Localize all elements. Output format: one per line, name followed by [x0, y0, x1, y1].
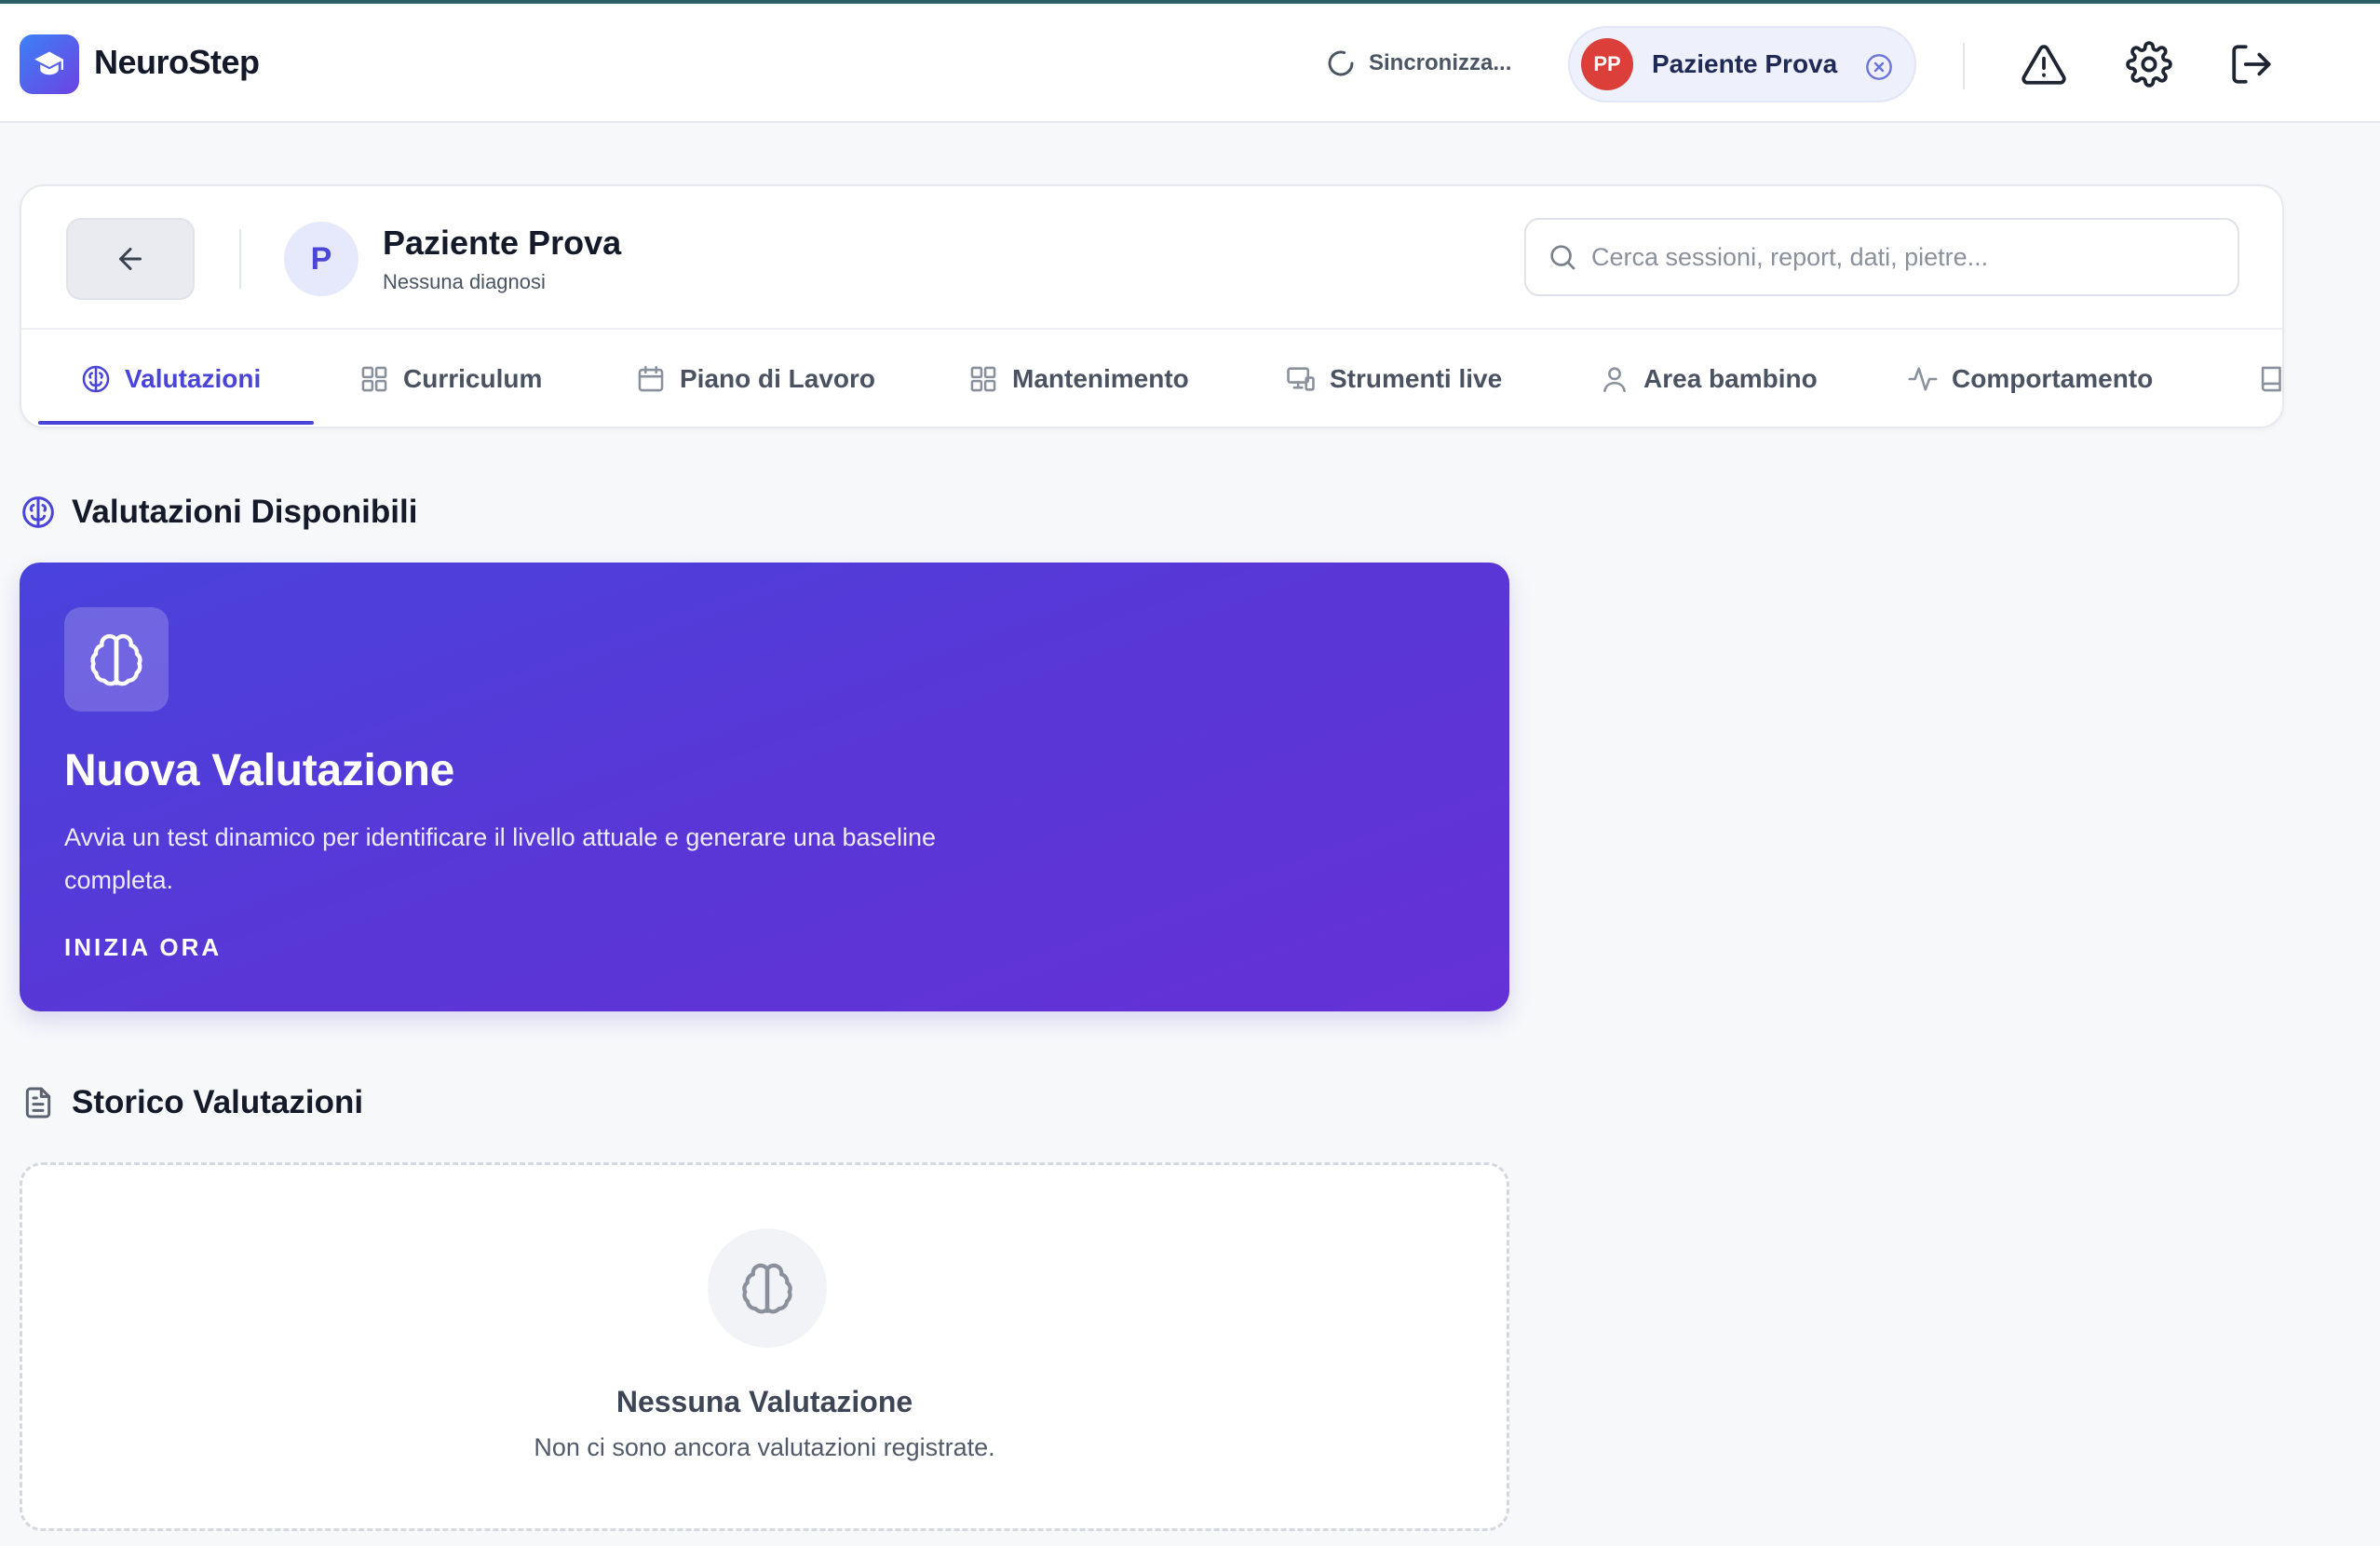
patient-name: Paziente Prova	[383, 224, 622, 262]
grid-icon	[361, 366, 387, 392]
document-icon	[25, 1087, 51, 1119]
tab-valutazioni[interactable]: Valutazioni	[80, 330, 261, 428]
search-icon	[1550, 245, 1575, 270]
active-tab-indicator	[38, 421, 314, 425]
tab-curriculum[interactable]: Curriculum	[358, 330, 542, 428]
patient-initials-avatar: PP	[1581, 38, 1633, 90]
spinner-icon	[1328, 50, 1354, 76]
section-title-history: Storico Valutazioni	[20, 1084, 363, 1121]
active-patient-name: Paziente Prova	[1652, 49, 1838, 78]
section-title-text: Storico Valutazioni	[72, 1084, 364, 1120]
patient-diagnosis: Nessuna diagnosi	[383, 270, 546, 293]
tab-label: Strumenti live	[1330, 364, 1503, 393]
grid-icon	[970, 366, 996, 392]
card-divider	[239, 229, 241, 289]
app-title: NeuroStep	[94, 43, 260, 81]
tab-piano-di-lavoro[interactable]: Piano di Lavoro	[635, 330, 875, 428]
sync-label: Sincronizza...	[1369, 50, 1512, 75]
section-title-available: Valutazioni Disponibili	[20, 494, 417, 531]
tab-label: Area bambino	[1643, 364, 1818, 393]
calendar-icon	[638, 365, 664, 392]
tab-label: Curriculum	[403, 364, 543, 393]
book-icon	[2261, 366, 2281, 392]
brain-icon	[82, 365, 110, 393]
hero-title: Nuova Valutazione	[64, 746, 455, 795]
tab-label: Comportamento	[1952, 364, 2154, 393]
active-patient-pill[interactable]: PP Paziente Prova	[1568, 26, 1916, 102]
tab-bar: Valutazioni Curriculum Piano di Lavoro M…	[21, 330, 2282, 428]
tab-label: Piano di Lavoro	[680, 364, 876, 393]
tab-label: Mantenimento	[1012, 364, 1189, 393]
brain-icon	[90, 633, 142, 686]
gear-icon[interactable]	[2126, 41, 2172, 88]
sync-status[interactable]: Sincronizza...	[1326, 48, 1511, 78]
tab-area-bambino[interactable]: Area bambino	[1599, 330, 1818, 428]
tab-label: Valutazioni	[125, 364, 262, 393]
hero-description: Avvia un test dinamico per identificare …	[64, 823, 937, 894]
activity-icon	[1908, 367, 1938, 391]
brain-icon	[22, 496, 54, 528]
tab-comportamento[interactable]: Comportamento	[1907, 330, 2153, 428]
empty-history-card: Nessuna Valutazione Non ci sono ancora v…	[20, 1162, 1509, 1531]
graduation-cap-icon	[34, 51, 63, 75]
devices-icon	[1287, 367, 1315, 391]
top-bar: NeuroStep Sincronizza... PP Paziente Pro…	[0, 4, 2380, 123]
hero-icon-box	[64, 607, 169, 712]
header-divider	[1963, 43, 1965, 89]
patient-avatar: P	[284, 222, 358, 296]
patient-card: P Paziente Prova Nessuna diagnosi Valuta…	[20, 184, 2284, 428]
logout-icon[interactable]	[2228, 41, 2275, 88]
section-title-text: Valutazioni Disponibili	[72, 494, 418, 530]
empty-icon-circle	[708, 1228, 827, 1348]
alert-triangle-icon[interactable]	[2021, 41, 2067, 88]
user-icon	[1603, 367, 1626, 393]
brain-icon	[742, 1263, 792, 1314]
close-circle-icon[interactable]	[1864, 52, 1894, 82]
back-button[interactable]	[66, 218, 195, 300]
tab-more[interactable]	[2256, 330, 2288, 428]
empty-state-description: Non ci sono ancora valutazioni registrat…	[534, 1433, 995, 1461]
new-assessment-card[interactable]: Nuova Valutazione Avvia un test dinamico…	[20, 563, 1509, 1011]
arrow-left-icon	[119, 248, 142, 270]
tab-strumenti-live[interactable]: Strumenti live	[1285, 330, 1502, 428]
start-now-link[interactable]: INIZIA ORA	[64, 933, 222, 962]
search-input[interactable]	[1591, 242, 2206, 272]
search-box[interactable]	[1524, 218, 2239, 296]
empty-state-title: Nessuna Valutazione	[615, 1385, 913, 1418]
tab-mantenimento[interactable]: Mantenimento	[967, 330, 1189, 428]
app-logo[interactable]	[20, 34, 79, 94]
